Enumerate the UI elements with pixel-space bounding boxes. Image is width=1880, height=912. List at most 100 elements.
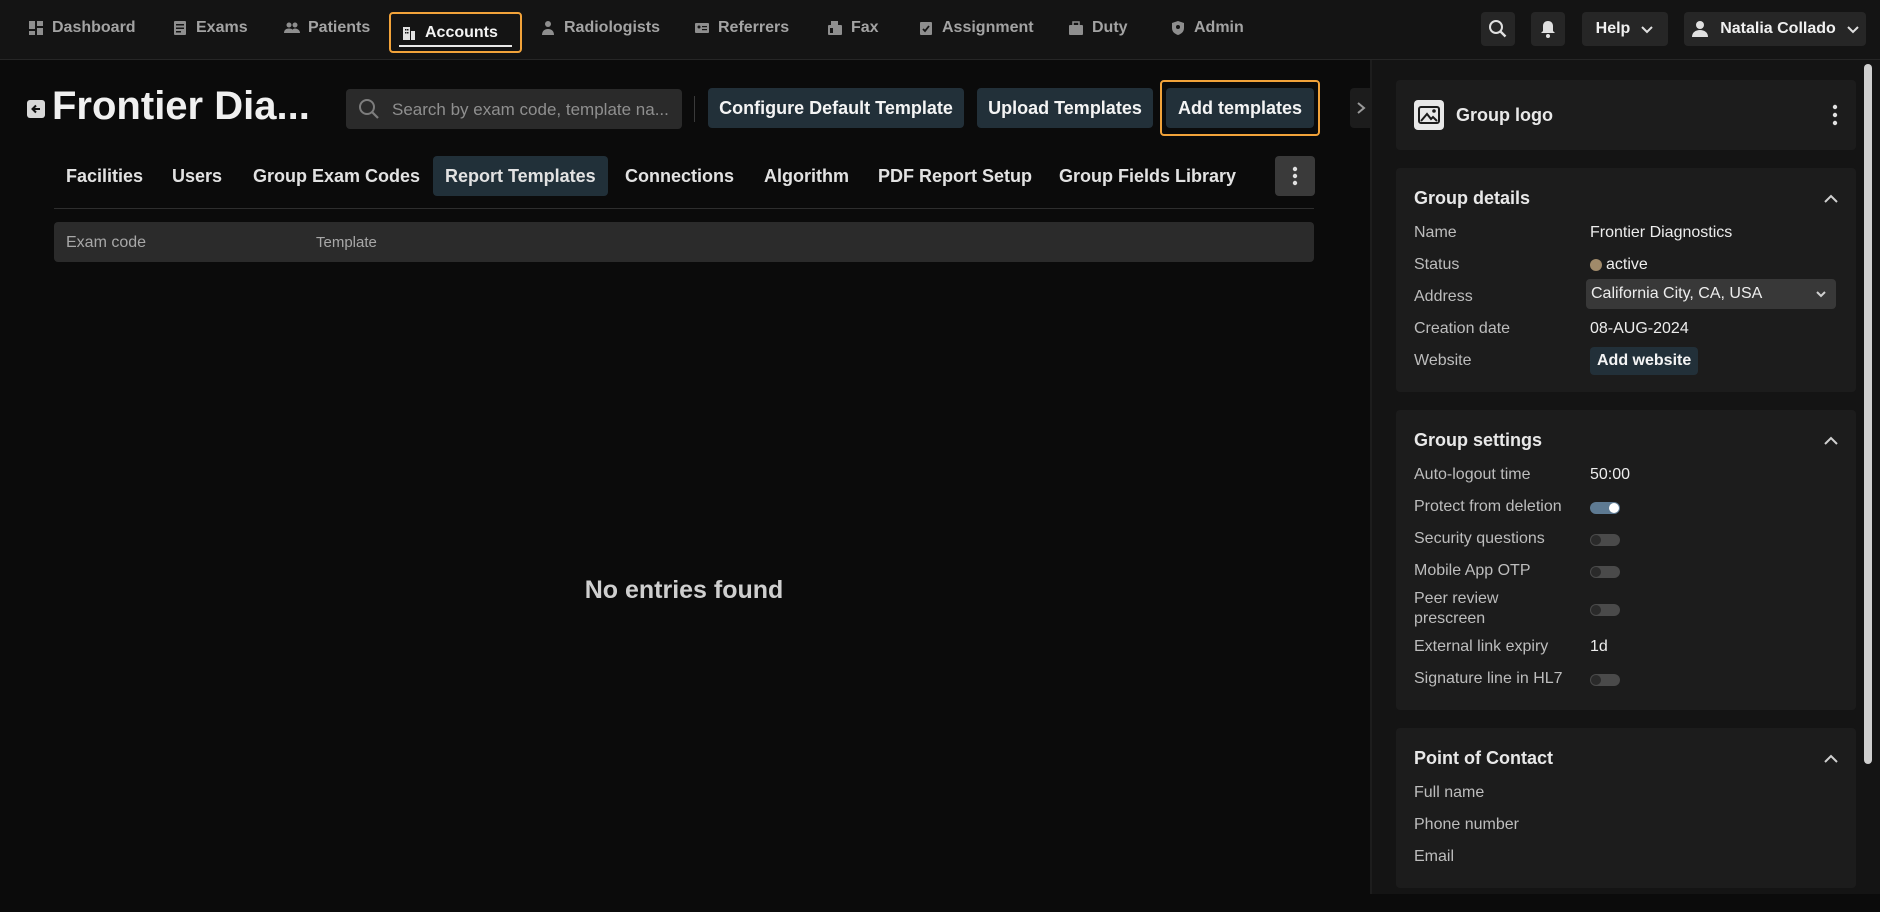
- status-badge: active: [1590, 256, 1648, 274]
- more-vertical-icon: [1832, 104, 1838, 126]
- nav-label: Radiologists: [564, 19, 661, 36]
- image-icon: [1418, 106, 1440, 124]
- protect-deletion-toggle[interactable]: [1590, 502, 1620, 514]
- chevron-right-icon: [1357, 102, 1366, 114]
- address-label: Address: [1414, 288, 1473, 305]
- user-icon: [1692, 21, 1709, 37]
- peer-review-label-line2: prescreen: [1414, 610, 1486, 627]
- tab-group-fields-library[interactable]: Group Fields Library: [1047, 156, 1248, 196]
- external-link-expiry-label: External link expiry: [1414, 638, 1549, 655]
- patients-icon: [284, 22, 300, 33]
- group-settings-title: Group settings: [1414, 430, 1543, 450]
- email-label: Email: [1414, 848, 1455, 865]
- chevron-down-icon: [1641, 26, 1654, 34]
- signature-hl7-label: Signature line in HL7: [1414, 670, 1563, 687]
- mobile-otp-toggle[interactable]: [1590, 566, 1620, 578]
- bell-icon: [1541, 21, 1555, 38]
- toggle-knob: [1591, 605, 1601, 615]
- building-icon: [403, 26, 415, 40]
- search-field[interactable]: Search by exam code, template na...: [346, 89, 682, 129]
- nav-item-dashboard[interactable]: Dashboard: [18, 12, 146, 44]
- search-icon: [1489, 20, 1507, 38]
- nav-item-assignment[interactable]: Assignment: [908, 12, 1044, 44]
- status-dot: [1590, 259, 1602, 271]
- name-value: Frontier Diagnostics: [1590, 224, 1733, 241]
- external-link-expiry-value[interactable]: 1d: [1590, 638, 1608, 656]
- toggle-knob: [1591, 567, 1601, 577]
- divider: [694, 96, 695, 122]
- tab-users[interactable]: Users: [160, 156, 234, 196]
- group-logo-title: Group logo: [1456, 105, 1553, 125]
- column-header-template[interactable]: Template: [316, 234, 377, 251]
- shield-icon: [1172, 21, 1184, 35]
- nav-label: Duty: [1092, 19, 1128, 36]
- add-templates-button[interactable]: Add templates: [1166, 88, 1314, 128]
- help-dropdown[interactable]: Help: [1582, 12, 1668, 46]
- tab-report-templates[interactable]: Report Templates: [433, 156, 608, 196]
- tab-facilities[interactable]: Facilities: [54, 156, 155, 196]
- nav-label: Exams: [196, 19, 248, 36]
- status-value: active: [1606, 256, 1648, 273]
- collapse-panel-button[interactable]: [1350, 88, 1372, 128]
- help-label: Help: [1595, 20, 1631, 37]
- nav-item-exams[interactable]: Exams: [162, 12, 258, 44]
- security-questions-label: Security questions: [1414, 530, 1545, 547]
- tab-algorithm[interactable]: Algorithm: [752, 156, 861, 196]
- status-label: Status: [1414, 256, 1460, 273]
- nav-label: Fax: [851, 19, 879, 36]
- column-header-exam-code[interactable]: Exam code: [66, 234, 146, 252]
- more-tabs-button[interactable]: [1275, 156, 1315, 196]
- panel-scrollbar[interactable]: [1864, 64, 1872, 764]
- nav-item-accounts[interactable]: Accounts: [389, 12, 522, 53]
- chevron-down-icon: [1847, 26, 1859, 34]
- group-details-title: Group details: [1414, 188, 1531, 208]
- search-button[interactable]: [1481, 12, 1515, 46]
- empty-state-text: No entries found: [584, 576, 784, 604]
- more-vertical-icon: [1292, 166, 1298, 186]
- nav-item-radiologists[interactable]: Radiologists: [530, 12, 670, 44]
- mobile-otp-label: Mobile App OTP: [1414, 562, 1531, 579]
- nav-item-duty[interactable]: Duty: [1058, 12, 1138, 44]
- tab-connections[interactable]: Connections: [613, 156, 746, 196]
- user-name: Natalia Collado: [1720, 20, 1836, 37]
- id-card-icon: [695, 23, 709, 33]
- group-logo-card: Group logo: [1396, 80, 1856, 150]
- nav-item-fax[interactable]: Fax: [817, 12, 889, 44]
- phone-number-label: Phone number: [1414, 816, 1519, 833]
- address-select[interactable]: California City, CA, USA: [1586, 279, 1836, 309]
- nav-item-referrers[interactable]: Referrers: [684, 12, 799, 44]
- chevron-up-icon[interactable]: [1822, 190, 1840, 208]
- security-questions-toggle[interactable]: [1590, 534, 1620, 546]
- notifications-button[interactable]: [1531, 12, 1565, 46]
- user-menu[interactable]: Natalia Collado: [1684, 12, 1866, 46]
- tab-pdf-report-setup[interactable]: PDF Report Setup: [866, 156, 1044, 196]
- website-label: Website: [1414, 352, 1472, 369]
- back-button[interactable]: [27, 100, 45, 118]
- point-of-contact-title: Point of Contact: [1414, 748, 1553, 768]
- page-title: Frontier Dia...: [52, 84, 310, 128]
- creation-date-label: Creation date: [1414, 320, 1511, 337]
- group-logo-menu-button[interactable]: [1832, 104, 1840, 126]
- add-website-button[interactable]: Add website: [1590, 347, 1699, 375]
- peer-review-toggle[interactable]: [1590, 604, 1620, 616]
- nav-item-admin[interactable]: Admin: [1160, 12, 1254, 44]
- configure-default-template-button[interactable]: Configure Default Template: [708, 88, 964, 128]
- creation-date-value: 08-AUG-2024: [1590, 320, 1689, 337]
- group-logo-placeholder[interactable]: [1414, 100, 1444, 130]
- group-details-card: Group details Name Frontier Diagnostics …: [1396, 168, 1856, 392]
- chevron-up-icon[interactable]: [1822, 750, 1840, 768]
- auto-logout-value[interactable]: 50:00: [1590, 466, 1630, 484]
- toggle-knob: [1591, 535, 1601, 545]
- address-value: California City, CA, USA: [1591, 285, 1763, 302]
- tab-group-exam-codes[interactable]: Group Exam Codes: [241, 156, 432, 196]
- top-navigation-bar: Dashboard Exams Patients Accounts Radiol…: [0, 0, 1880, 60]
- nav-label: Assignment: [942, 19, 1034, 36]
- chevron-up-icon[interactable]: [1822, 432, 1840, 450]
- active-indicator: [399, 45, 512, 47]
- radiologist-icon: [542, 21, 554, 35]
- nav-item-patients[interactable]: Patients: [274, 12, 380, 44]
- signature-hl7-toggle[interactable]: [1590, 674, 1620, 686]
- upload-templates-button[interactable]: Upload Templates: [977, 88, 1153, 128]
- nav-label: Dashboard: [52, 19, 136, 36]
- search-placeholder: Search by exam code, template na...: [392, 100, 669, 119]
